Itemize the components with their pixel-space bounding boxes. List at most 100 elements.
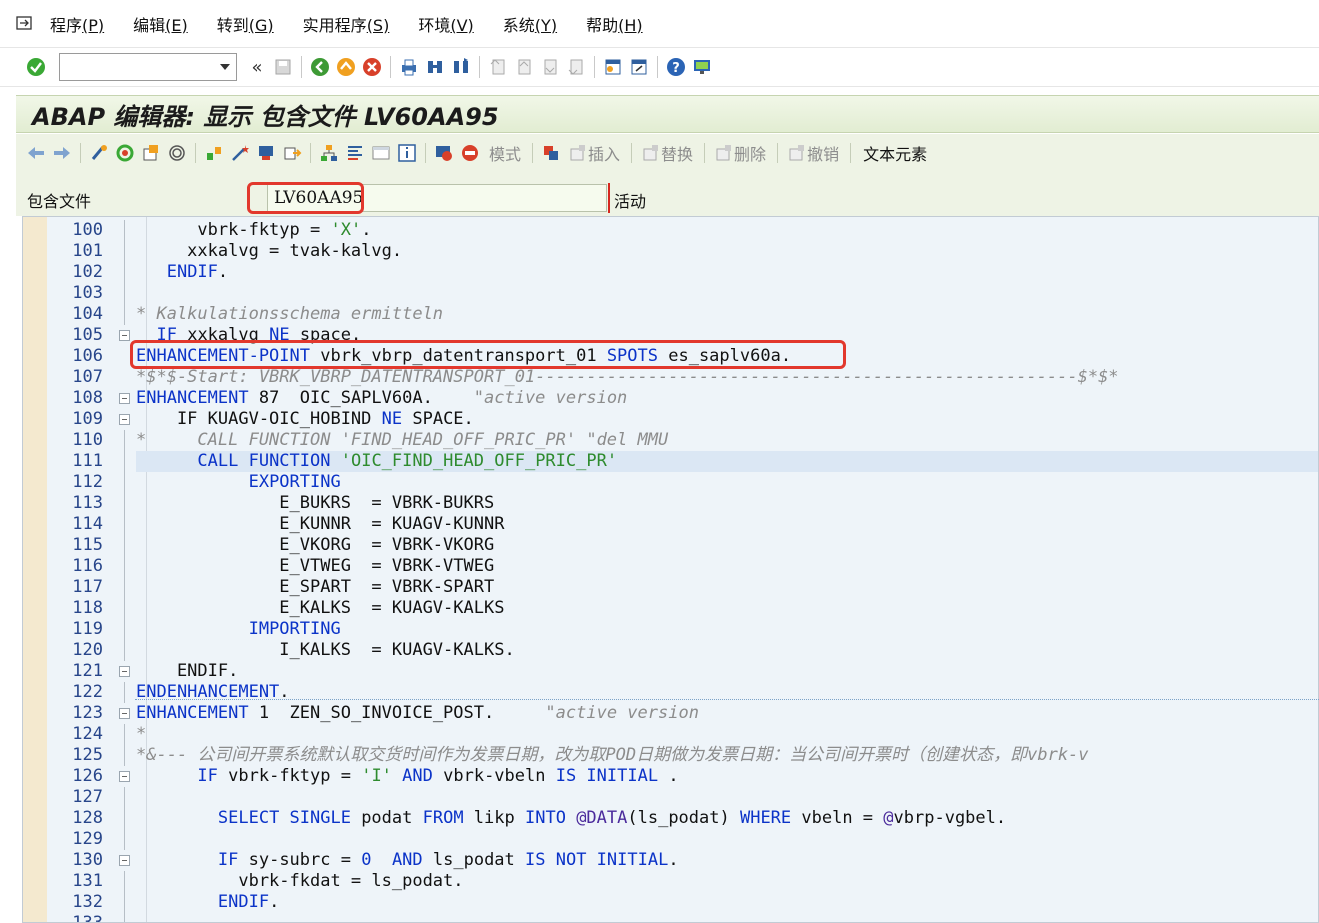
exit-icon[interactable] [336,57,356,77]
menu-program[interactable]: 程序(P) [50,12,104,36]
stop-breakpoint-icon[interactable] [460,143,480,163]
code-line[interactable]: 110 * CALL FUNCTION 'FIND_HEAD_OFF_PRIC_P… [23,430,1318,451]
last-page-icon[interactable] [566,57,586,77]
fold-toggle-icon[interactable] [119,393,130,404]
code-token: WHERE [739,808,792,828]
code-line[interactable]: 103 [23,283,1318,304]
fold-toggle-icon[interactable] [119,330,130,341]
code-area[interactable]: 100 vbrk-fktyp = 'X'. 101 xxkalvg = tvak-… [23,220,1318,922]
fold-toggle-icon[interactable] [119,414,130,425]
menu-goto[interactable]: 转到(G) [217,12,274,36]
forward-arrow-icon[interactable] [52,143,72,163]
code-line[interactable]: 128 SELECT SINGLE podat FROM likp INTO @… [23,808,1318,829]
debugging-icon[interactable] [256,143,276,163]
code-line[interactable]: 100 vbrk-fktyp = 'X'. [23,220,1318,241]
delete-button[interactable]: 删除 [734,141,766,165]
code-line[interactable]: 105 IF xxkalvg NE space. [23,325,1318,346]
info-icon[interactable] [397,143,417,163]
next-page-icon[interactable] [540,57,560,77]
text-elements-button[interactable]: 文本元素 [863,141,927,165]
code-line[interactable]: 124 * [23,724,1318,745]
fold-toggle-icon[interactable] [119,771,130,782]
menu-help[interactable]: 帮助(H) [586,12,643,36]
back-arrow-icon[interactable] [26,143,46,163]
code-line[interactable]: 119 IMPORTING [23,619,1318,640]
customize-layout-icon[interactable] [692,57,712,77]
replace-button[interactable]: 替换 [661,141,693,165]
find-next-icon[interactable] [451,57,471,77]
system-menu-icon[interactable] [15,15,35,33]
insert-icon[interactable] [567,143,587,163]
code-line[interactable]: 117 E_SPART = VBRK-SPART [23,577,1318,598]
magic-wand-icon[interactable] [230,143,250,163]
insert-button[interactable]: 插入 [588,141,620,165]
undo-icon[interactable] [786,143,806,163]
fold-toggle-icon[interactable] [119,666,130,677]
menu-system[interactable]: 系统(Y) [503,12,557,36]
code-line[interactable]: 109 IF KUAGV-OIC_HOBIND NE SPACE. [23,409,1318,430]
undo-button[interactable]: 撤销 [807,141,839,165]
code-line[interactable]: 118 E_KALKS = KUAGV-KALKS [23,598,1318,619]
code-line[interactable]: 116 E_VTWEG = VBRK-VTWEG [23,556,1318,577]
enhancement-icon[interactable] [541,143,561,163]
command-field-dropdown-icon[interactable] [220,64,230,70]
code-line[interactable]: 114 E_KUNNR = KUAGV-KUNNR [23,514,1318,535]
code-line[interactable]: 121 ENDIF. [23,661,1318,682]
check-syntax-icon[interactable] [167,143,187,163]
code-line[interactable]: 113 E_BUKRS = VBRK-BUKRS [23,493,1318,514]
display-object-list-icon[interactable] [371,143,391,163]
fold-toggle-icon[interactable] [119,708,130,719]
fold-toggle-icon[interactable] [119,855,130,866]
collapse-icon[interactable]: « [247,57,267,78]
code-line[interactable]: 129 [23,829,1318,850]
code-editor[interactable]: 100 vbrk-fktyp = 'X'. 101 xxkalvg = tvak-… [22,216,1319,923]
delete-icon[interactable] [713,143,733,163]
code-line[interactable]: 104 * Kalkulationsschema ermitteln [23,304,1318,325]
menu-utilities[interactable]: 实用程序(S) [303,12,390,36]
code-line[interactable]: 101 xxkalvg = tvak-kalvg. [23,241,1318,262]
first-page-icon[interactable] [488,57,508,77]
code-line[interactable]: 130 IF sy-subrc = 0 AND ls_podat IS NOT … [23,850,1318,871]
pattern-button[interactable]: 模式 [489,141,521,165]
code-line[interactable]: 112 EXPORTING [23,472,1318,493]
shortcut-icon[interactable] [629,57,649,77]
find-icon[interactable] [425,57,445,77]
active-inactive-icon[interactable] [115,143,135,163]
code-line[interactable]: 108 ENHANCEMENT 87 OIC_SAPLV60A. "active … [23,388,1318,409]
other-object-icon[interactable] [141,143,161,163]
replace-icon[interactable] [640,143,660,163]
code-line[interactable]: 120 I_KALKS = KUAGV-KALKS. [23,640,1318,661]
hierarchy-icon[interactable] [319,143,339,163]
print-icon[interactable] [399,57,419,77]
where-used-icon[interactable] [204,143,224,163]
code-line[interactable]: 133 [23,913,1318,922]
code-line[interactable]: 131 vbrk-fkdat = ls_podat. [23,871,1318,892]
code-line[interactable]: 125 *&--- 公司间开票系统默认取交货时间作为发票日期，改为取POD日期做为… [23,745,1318,766]
help-icon[interactable]: ? [666,57,686,77]
menu-program-key: (P) [82,15,105,35]
code-line[interactable]: 127 [23,787,1318,808]
navigation-icon[interactable] [282,143,302,163]
code-line[interactable]: 111 CALL FUNCTION 'OIC_FIND_HEAD_OFF_PRI… [23,451,1318,472]
cancel-icon[interactable] [362,57,382,77]
code-line[interactable]: 106 ENHANCEMENT-POINT vbrk_vbrp_datentran… [23,346,1318,367]
new-session-icon[interactable] [603,57,623,77]
command-field[interactable] [59,53,237,81]
pretty-printer-icon[interactable] [345,143,365,163]
display-change-icon[interactable] [89,143,109,163]
code-line[interactable]: 107 *$*$-Start: VBRK_VBRP_DATENTRANSPORT_… [23,367,1318,388]
code-line[interactable]: 115 E_VKORG = VBRK-VKORG [23,535,1318,556]
back-icon[interactable] [310,57,330,77]
code-line[interactable]: 132 ENDIF. [23,892,1318,913]
code-text: I_KALKS = KUAGV-KALKS. [136,640,514,661]
code-line[interactable]: 123 ENHANCEMENT 1 ZEN_SO_INVOICE_POST. "a… [23,703,1318,724]
enter-check-icon[interactable] [26,57,46,77]
menu-environment[interactable]: 环境(V) [418,12,473,36]
set-breakpoint-icon[interactable] [434,143,454,163]
menu-edit[interactable]: 编辑(E) [133,12,188,36]
code-line[interactable]: 126 IF vbrk-fktyp = 'I' AND vbrk-vbeln I… [23,766,1318,787]
previous-page-icon[interactable] [514,57,534,77]
code-line[interactable]: 102 ENDIF. [23,262,1318,283]
include-name-field[interactable]: LV60AA95 [267,183,610,213]
save-icon[interactable] [273,57,293,77]
